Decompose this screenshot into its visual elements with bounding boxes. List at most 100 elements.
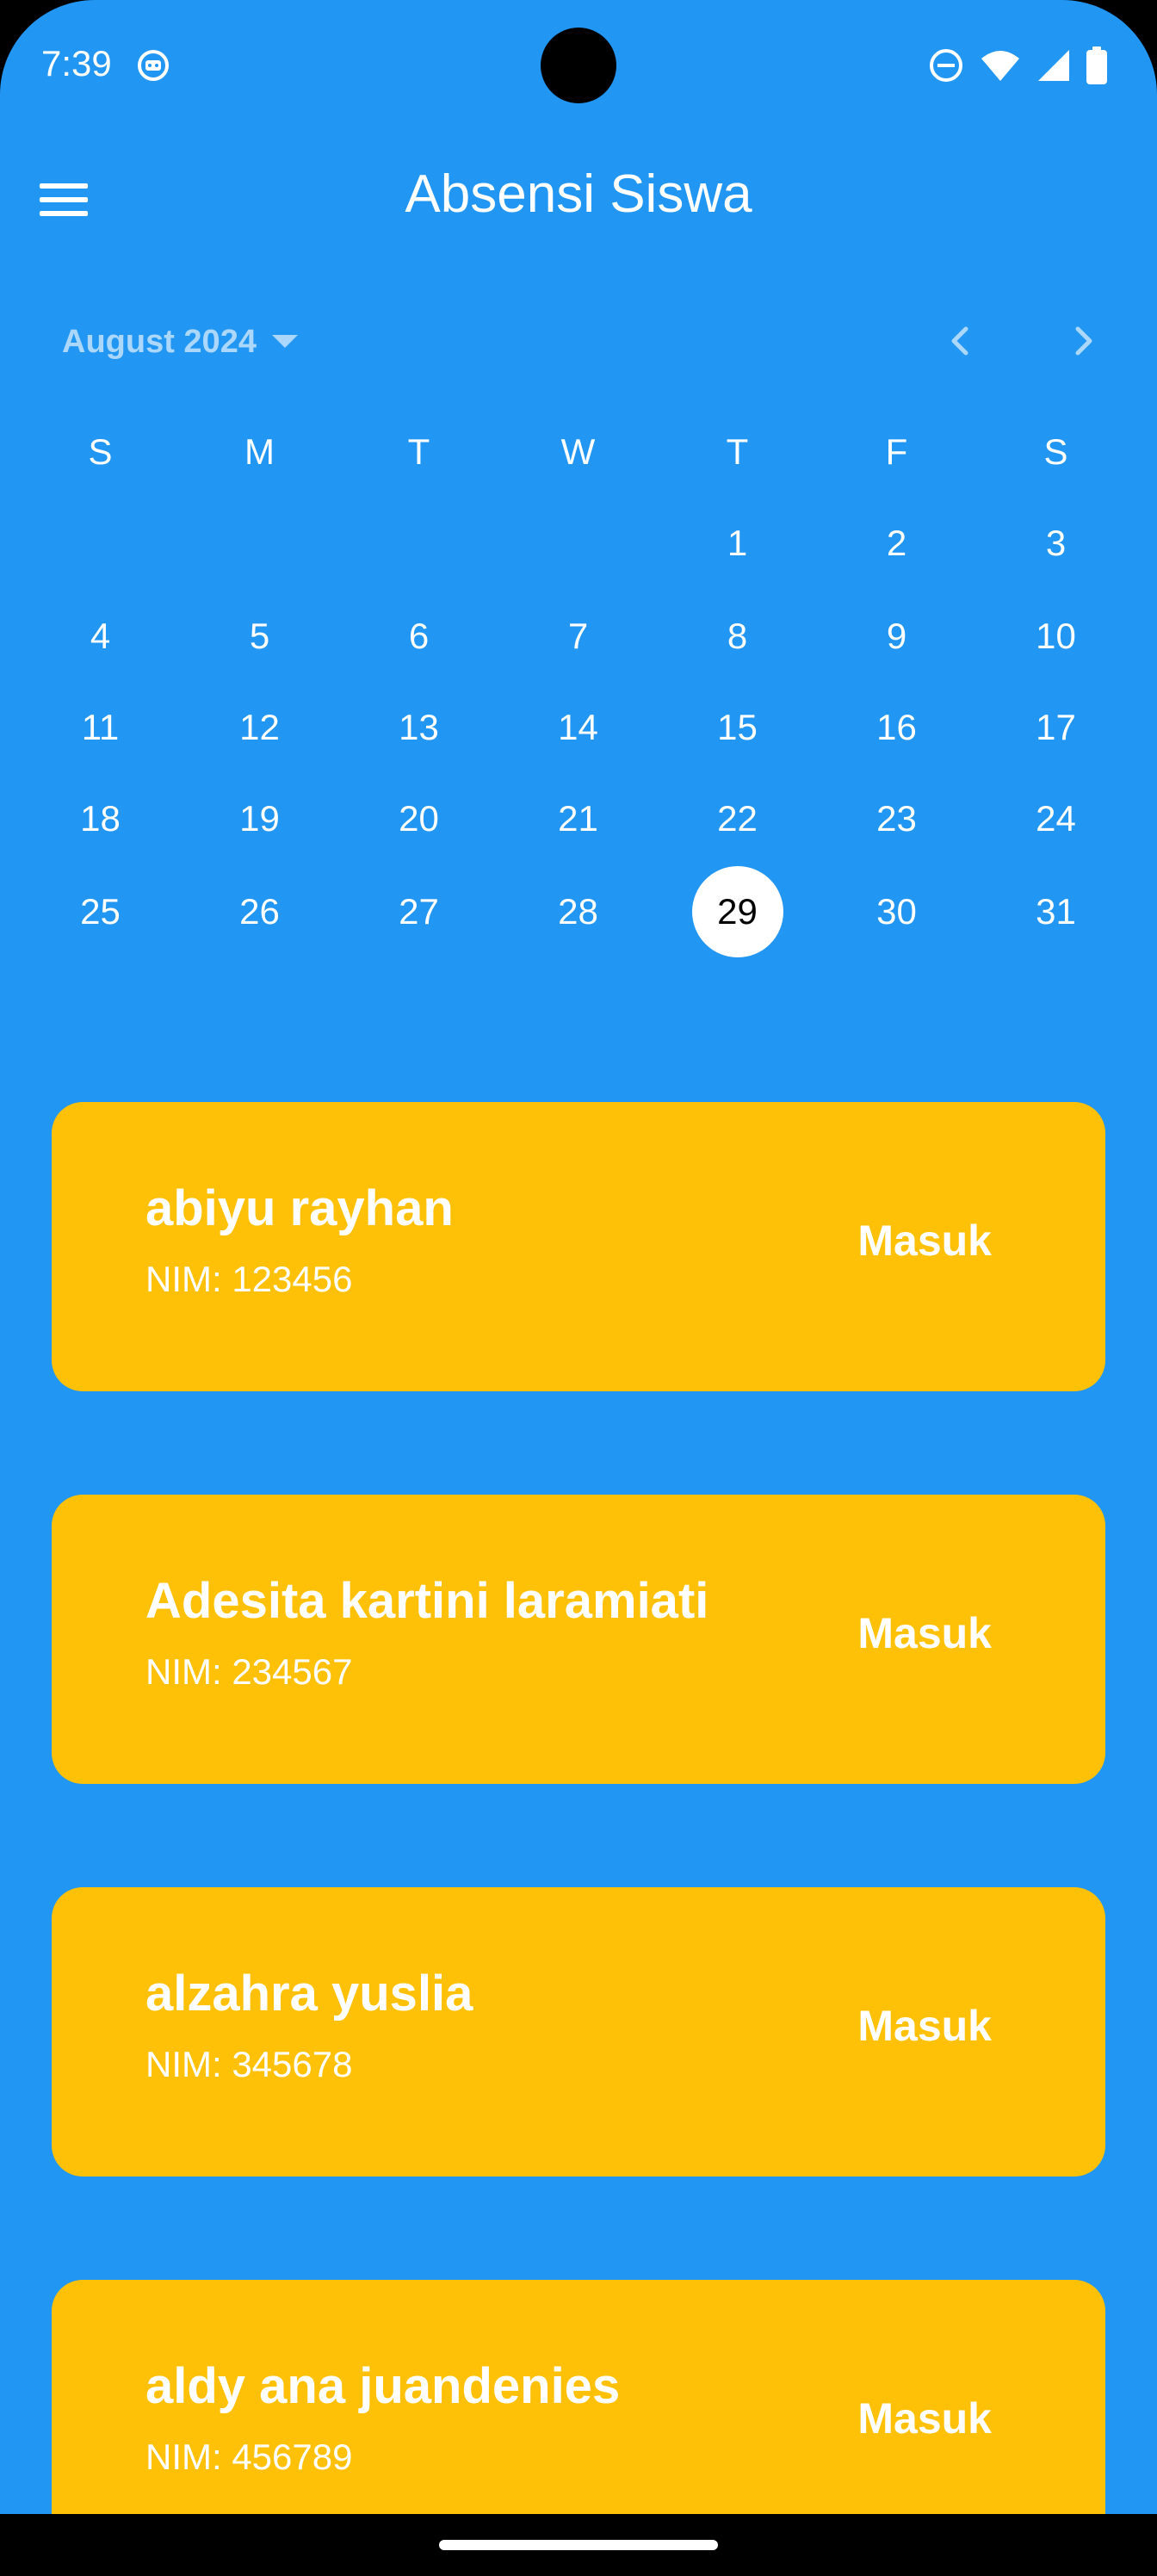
calendar-day[interactable]: 4 (21, 591, 180, 682)
calendar-day-number: 24 (1036, 798, 1076, 839)
student-name: aldy ana juandenies (145, 2358, 621, 2414)
calendar-day[interactable]: 24 (976, 773, 1135, 864)
calendar-day[interactable]: 10 (976, 591, 1135, 682)
calendar-day[interactable]: 28 (498, 866, 658, 957)
calendar-day-number: 4 (90, 616, 111, 656)
calendar-day[interactable]: 16 (817, 682, 976, 773)
calendar-day-number: 1 (727, 523, 748, 563)
calendar-day[interactable]: 5 (180, 591, 339, 682)
calendar-day[interactable]: 1 (658, 498, 817, 589)
calendar-day-number: 7 (567, 616, 589, 656)
calendar-day-number: 18 (80, 798, 121, 839)
calendar-day-number: 8 (727, 616, 748, 656)
student-nim: NIM: 234567 (145, 1651, 353, 1692)
calendar-day-number: 29 (691, 866, 783, 957)
weekday-label: S (1043, 431, 1068, 472)
student-card[interactable]: Adesita kartini laramiati NIM: 234567 Masu… (52, 1495, 1105, 1784)
calendar-day[interactable]: 3 (976, 498, 1135, 589)
calendar-day[interactable]: 17 (976, 682, 1135, 773)
calendar-day-number: 3 (1045, 523, 1067, 563)
calendar-day-number: 5 (249, 616, 270, 656)
calendar-day[interactable]: 12 (180, 682, 339, 773)
weekday-label: T (726, 431, 749, 472)
student-card[interactable]: aldy ana juandenies NIM: 456789 Masuk (52, 2280, 1105, 2514)
attendance-status: Masuk (857, 1217, 992, 1265)
calendar-day[interactable]: 13 (339, 682, 498, 773)
calendar-day-number: 17 (1036, 707, 1076, 747)
calendar-day[interactable]: 30 (817, 866, 976, 957)
calendar-day-number: 28 (558, 891, 598, 932)
calendar-day[interactable]: 19 (180, 773, 339, 864)
calendar-day[interactable]: 11 (21, 682, 180, 773)
page-title: Absensi Siswa (405, 164, 752, 224)
battery-icon (1086, 46, 1107, 84)
calendar-day[interactable]: 2 (817, 498, 976, 589)
chevron-right-icon[interactable] (1057, 315, 1109, 367)
student-name: abiyu rayhan (145, 1180, 454, 1236)
gesture-navigation-bar[interactable] (439, 2540, 718, 2550)
app-notification-icon (138, 50, 169, 81)
status-bar: 7:39 (0, 0, 1157, 129)
status-time: 7:39 (41, 43, 112, 84)
calendar-day[interactable]: 14 (498, 682, 658, 773)
calendar-day-number: 16 (876, 707, 917, 747)
calendar-day-number: 22 (717, 798, 758, 839)
calendar-day[interactable]: 6 (339, 591, 498, 682)
weekday-label: S (88, 431, 113, 472)
attendance-status: Masuk (857, 1609, 992, 1657)
calendar-day-number: 11 (81, 707, 120, 747)
cellular-signal-icon (1038, 50, 1069, 81)
student-card[interactable]: alzahra yuslia NIM: 345678 Masuk (52, 1887, 1105, 2177)
calendar-day[interactable]: 23 (817, 773, 976, 864)
calendar-day[interactable]: 9 (817, 591, 976, 682)
calendar-day-number: 25 (80, 891, 121, 932)
calendar-day[interactable]: 18 (21, 773, 180, 864)
calendar-day-number: 15 (717, 707, 758, 747)
calendar-day-number: 26 (239, 891, 280, 932)
weekday-label: M (244, 431, 275, 472)
calendar-day-number: 12 (239, 707, 280, 747)
calendar-day-number: 13 (399, 707, 439, 747)
calendar-day-number: 27 (399, 891, 439, 932)
calendar-day[interactable]: 22 (658, 773, 817, 864)
calendar-day[interactable]: 31 (976, 866, 1135, 957)
weekday-label: T (407, 431, 430, 472)
calendar-day-number: 23 (876, 798, 917, 839)
calendar-day[interactable]: 26 (180, 866, 339, 957)
student-nim: NIM: 345678 (145, 2044, 353, 2084)
calendar-day-number: 9 (886, 616, 907, 656)
calendar-day-selected[interactable]: 29 (658, 866, 817, 957)
calendar-day-number: 21 (558, 798, 598, 839)
month-year-selector[interactable]: August 2024 (62, 320, 298, 363)
student-card[interactable]: abiyu rayhan NIM: 123456 Masuk (52, 1102, 1105, 1391)
do-not-disturb-icon (930, 49, 962, 82)
calendar-day[interactable]: 21 (498, 773, 658, 864)
app-screen: 7:39 Absensi Siswa August 2024 S M T W T… (0, 0, 1157, 2514)
student-nim: NIM: 123456 (145, 1259, 353, 1299)
calendar-day-number: 14 (558, 707, 598, 747)
student-name: Adesita kartini laramiati (145, 1573, 709, 1629)
attendance-status: Masuk (857, 2002, 992, 2050)
student-nim: NIM: 456789 (145, 2437, 353, 2477)
calendar-day-number: 30 (876, 891, 917, 932)
chevron-left-icon[interactable] (935, 315, 987, 367)
calendar-day[interactable]: 15 (658, 682, 817, 773)
calendar-day[interactable]: 20 (339, 773, 498, 864)
wifi-icon (981, 51, 1019, 81)
month-label: August 2024 (62, 323, 257, 360)
student-name: alzahra yuslia (145, 1966, 473, 2022)
camera-cutout (541, 28, 616, 103)
weekday-label: W (560, 431, 596, 472)
status-icons (928, 45, 1107, 86)
calendar-day-number: 2 (886, 523, 907, 563)
attendance-status: Masuk (857, 2394, 992, 2443)
calendar-day-number: 20 (399, 798, 439, 839)
weekday-label: F (885, 431, 908, 472)
calendar-day-number: 19 (239, 798, 280, 839)
calendar-day[interactable]: 8 (658, 591, 817, 682)
calendar-day-number: 10 (1036, 616, 1076, 656)
calendar-day[interactable]: 7 (498, 591, 658, 682)
calendar-day[interactable]: 25 (21, 866, 180, 957)
calendar-day[interactable]: 27 (339, 866, 498, 957)
calendar-day-number: 6 (408, 616, 430, 656)
